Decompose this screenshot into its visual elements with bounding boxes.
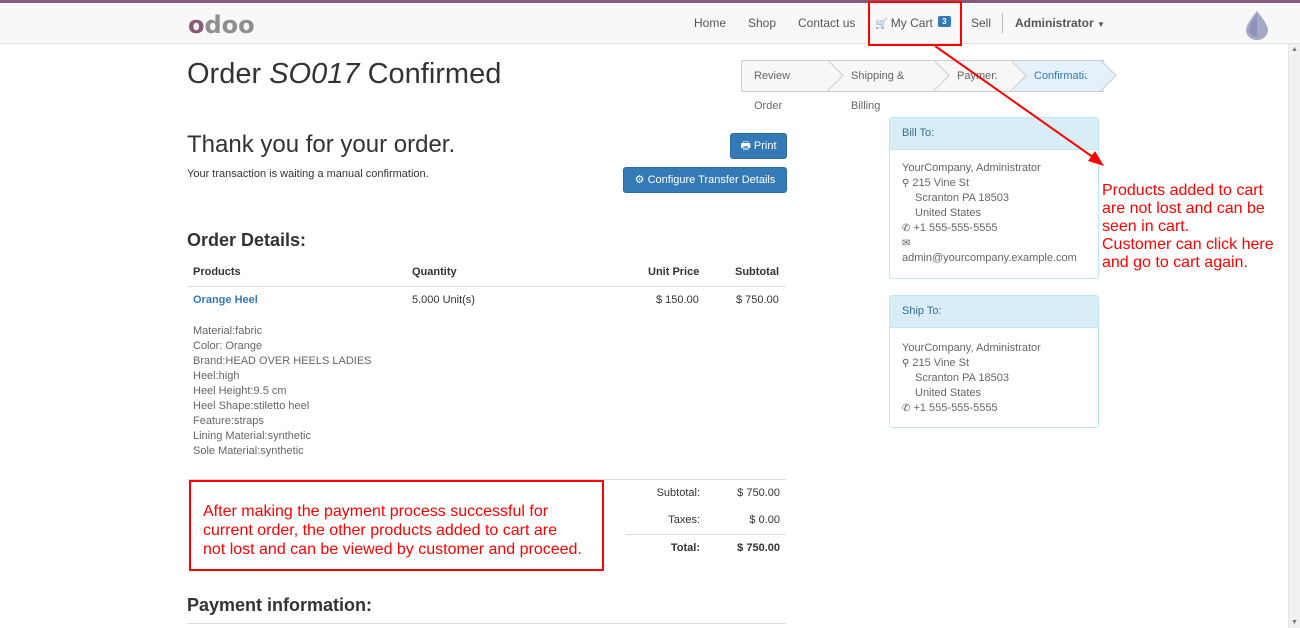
payment-annotation-box: After making the payment process success… (189, 480, 604, 571)
cart-annotation-text: Products added to cart are not lost and … (1102, 182, 1274, 271)
payment-annotation-text: After making the payment process success… (203, 503, 582, 558)
